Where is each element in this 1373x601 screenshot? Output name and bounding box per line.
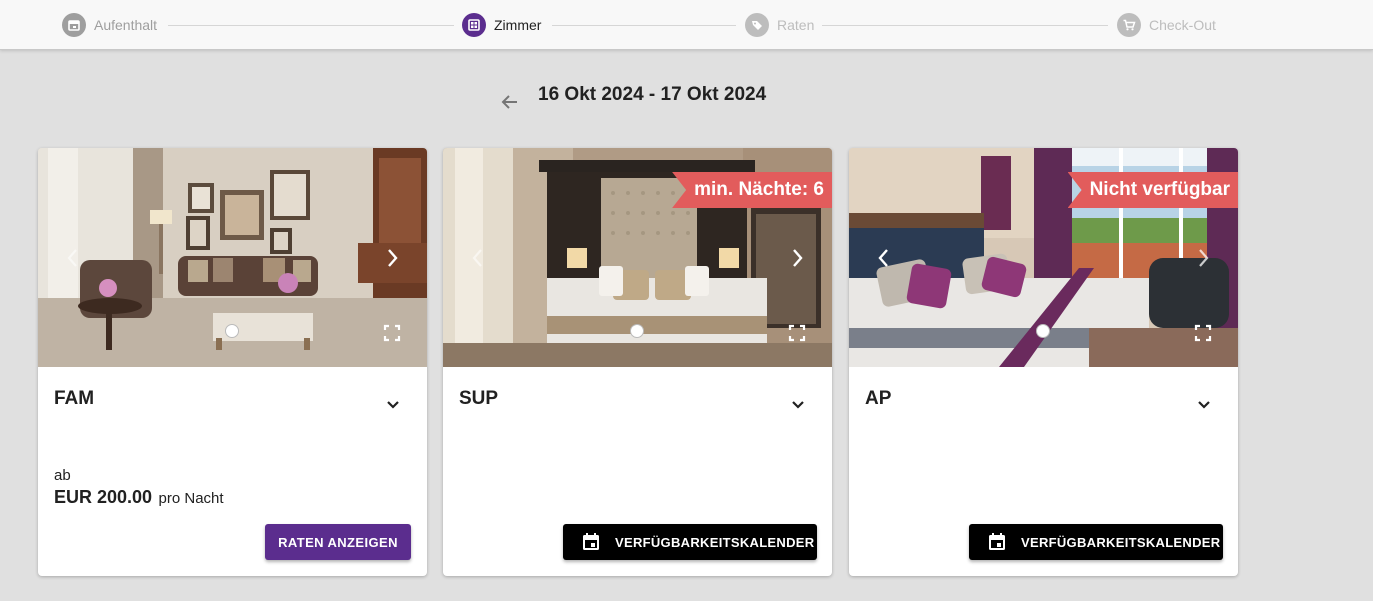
tag-icon (745, 13, 769, 37)
date-range: 16 Okt 2024 - 17 Okt 2024 (538, 84, 767, 105)
availability-calendar-label: VERFÜGBARKEITSKALENDER (615, 534, 815, 550)
fullscreen-icon[interactable] (788, 324, 806, 342)
availability-calendar-button[interactable]: VERFÜGBARKEITSKALENDER (969, 524, 1223, 560)
carousel-dot[interactable] (1036, 324, 1050, 338)
unavailable-ribbon: Nicht verfügbar (1067, 172, 1238, 208)
chevron-down-icon[interactable] (788, 394, 808, 414)
chevron-left-icon[interactable] (62, 246, 82, 270)
price-unit: pro Nacht (158, 490, 224, 507)
step-connector (822, 25, 1108, 26)
step-raten[interactable]: Raten (745, 13, 814, 37)
step-checkout[interactable]: Check-Out (1117, 13, 1216, 37)
room-name: FAM (54, 388, 95, 409)
chevron-right-icon[interactable] (383, 246, 403, 270)
booking-stepper: Aufenthalt Zimmer Raten Check-Out (0, 0, 1373, 50)
room-grid-icon (462, 13, 486, 37)
step-aufenthalt[interactable]: Aufenthalt (62, 13, 157, 37)
calendar-icon (62, 13, 86, 37)
room-image-carousel (38, 148, 427, 367)
carousel-dot[interactable] (225, 324, 239, 338)
availability-calendar-label: VERFÜGBARKEITSKALENDER (1021, 534, 1221, 550)
fullscreen-icon[interactable] (1194, 324, 1212, 342)
room-image-carousel: min. Nächte: 6 (443, 148, 832, 367)
event-calendar-icon (987, 532, 1007, 552)
room-name: AP (865, 388, 892, 409)
event-calendar-icon (581, 532, 601, 552)
carousel-dot[interactable] (630, 324, 644, 338)
step-label: Check-Out (1149, 17, 1216, 33)
room-name: SUP (459, 388, 499, 409)
step-connector (168, 25, 454, 26)
chevron-right-icon[interactable] (788, 246, 808, 270)
min-nights-ribbon: min. Nächte: 6 (672, 172, 832, 208)
chevron-left-icon[interactable] (873, 246, 893, 270)
arrow-back-icon[interactable] (499, 91, 521, 113)
step-label: Aufenthalt (94, 17, 158, 33)
price-prefix: ab (54, 467, 71, 484)
chevron-left-icon[interactable] (467, 246, 487, 270)
room-card-fam: FAM ab EUR 200.00 pro Nacht RATEN ANZEIG… (38, 148, 427, 576)
price-line: EUR 200.00 pro Nacht (54, 487, 224, 508)
step-label: Raten (777, 17, 815, 33)
room-image-carousel: Nicht verfügbar (849, 148, 1238, 367)
step-label: Zimmer (494, 17, 542, 33)
price-amount: EUR 200.00 (54, 487, 153, 507)
chevron-down-icon[interactable] (1194, 394, 1214, 414)
cart-icon (1117, 13, 1141, 37)
fullscreen-icon[interactable] (383, 324, 401, 342)
room-card-sup: min. Nächte: 6 SUP VERFÜGBARKEITSKALENDE… (443, 148, 832, 576)
step-connector (552, 25, 736, 26)
show-rates-button[interactable]: RATEN ANZEIGEN (265, 524, 411, 560)
chevron-right-icon[interactable] (1194, 246, 1214, 270)
room-card-ap: Nicht verfügbar AP VERFÜGBARKEITSKALENDE… (849, 148, 1238, 576)
availability-calendar-button[interactable]: VERFÜGBARKEITSKALENDER (563, 524, 817, 560)
chevron-down-icon[interactable] (383, 394, 403, 414)
step-zimmer[interactable]: Zimmer (462, 13, 541, 37)
